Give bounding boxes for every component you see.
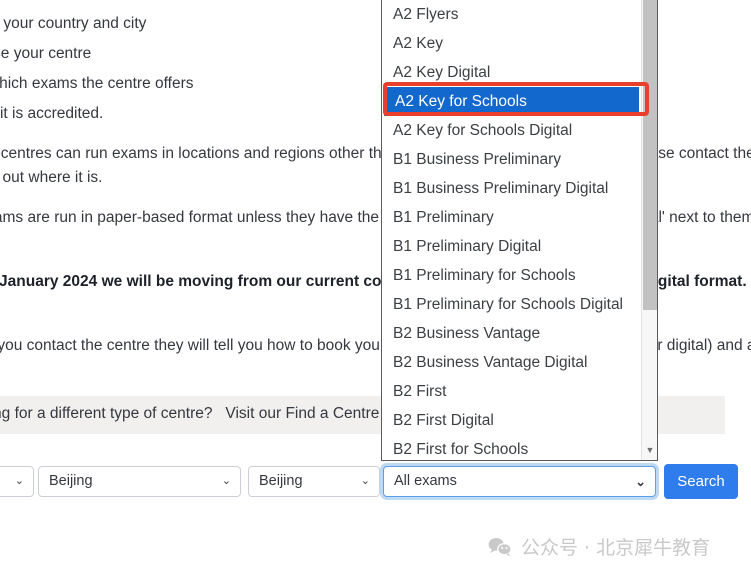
scroll-down-arrow-icon[interactable]: ▼	[642, 442, 657, 458]
dropdown-option[interactable]: A2 Key for Schools	[384, 87, 639, 116]
centre-locations-paragraph-line2: to find out where it is.	[0, 169, 103, 186]
chevron-down-icon: ⌄	[14, 475, 24, 487]
dropdown-option[interactable]: A2 Flyers	[382, 0, 642, 29]
search-button[interactable]: Search	[664, 464, 738, 499]
exam-select-value: All exams	[394, 473, 457, 489]
dropdown-option[interactable]: B2 First for Schools	[382, 435, 642, 460]
chevron-down-icon: ⌄	[635, 474, 646, 489]
watermark: 公众号 · 北京犀牛教育	[488, 533, 710, 560]
city-select-value: Beijing	[259, 473, 303, 489]
info-band-question: Looking for a different type of centre?	[0, 405, 213, 422]
exam-select[interactable]: All exams ⌄	[383, 466, 656, 497]
region-select[interactable]: Beijing ⌄	[38, 466, 241, 497]
wechat-icon	[488, 537, 512, 556]
dropdown-option[interactable]: B1 Preliminary for Schools	[382, 261, 642, 290]
bullet-line-3: See which exams the centre offers	[0, 75, 194, 92]
bullet-line-1: Select your country and city	[0, 15, 147, 32]
chevron-down-icon: ⌄	[360, 475, 370, 487]
dropdown-option[interactable]: A2 Key Digital	[382, 58, 642, 87]
dropdown-option[interactable]: B2 First	[382, 377, 642, 406]
country-select[interactable]: ⌄	[0, 466, 34, 497]
bullet-line-4: See if it is accredited.	[0, 105, 104, 122]
city-select[interactable]: Beijing ⌄	[248, 466, 380, 497]
dropdown-option[interactable]: B1 Business Preliminary	[382, 145, 642, 174]
dropdown-option[interactable]: B2 First Digital	[382, 406, 642, 435]
dropdown-option[interactable]: B1 Business Preliminary Digital	[382, 174, 642, 203]
page-root: Select your country and city Choose your…	[0, 0, 751, 578]
dropdown-option[interactable]: B1 Preliminary Digital	[382, 232, 642, 261]
search-bar: ⌄ Beijing ⌄ Beijing ⌄ All exams ⌄ Search	[0, 462, 751, 504]
info-band-prefix: Visit our	[225, 405, 286, 422]
bullet-line-2: Choose your centre	[0, 45, 92, 62]
dropdown-option[interactable]: A2 Key for Schools Digital	[382, 116, 642, 145]
dropdown-option[interactable]: B1 Preliminary	[382, 203, 642, 232]
watermark-text: 公众号 · 北京犀牛教育	[521, 537, 711, 559]
region-select-value: Beijing	[49, 473, 93, 489]
dropdown-option[interactable]: B1 Preliminary for Schools Digital	[382, 290, 642, 319]
dropdown-scrollbar[interactable]: ▼	[641, 0, 657, 460]
chevron-down-icon: ⌄	[221, 475, 231, 487]
dropdown-option[interactable]: B2 Business Vantage	[382, 319, 642, 348]
exam-dropdown-options: A2 Flyers A2 Key A2 Key Digital A2 Key for …	[382, 0, 642, 460]
dropdown-scrollbar-thumb[interactable]	[643, 0, 657, 310]
exam-dropdown-list[interactable]: A2 Flyers A2 Key A2 Key Digital A2 Key for …	[381, 0, 658, 461]
dropdown-option[interactable]: B2 Business Vantage Digital	[382, 348, 642, 377]
dropdown-option[interactable]: A2 Key	[382, 29, 642, 58]
